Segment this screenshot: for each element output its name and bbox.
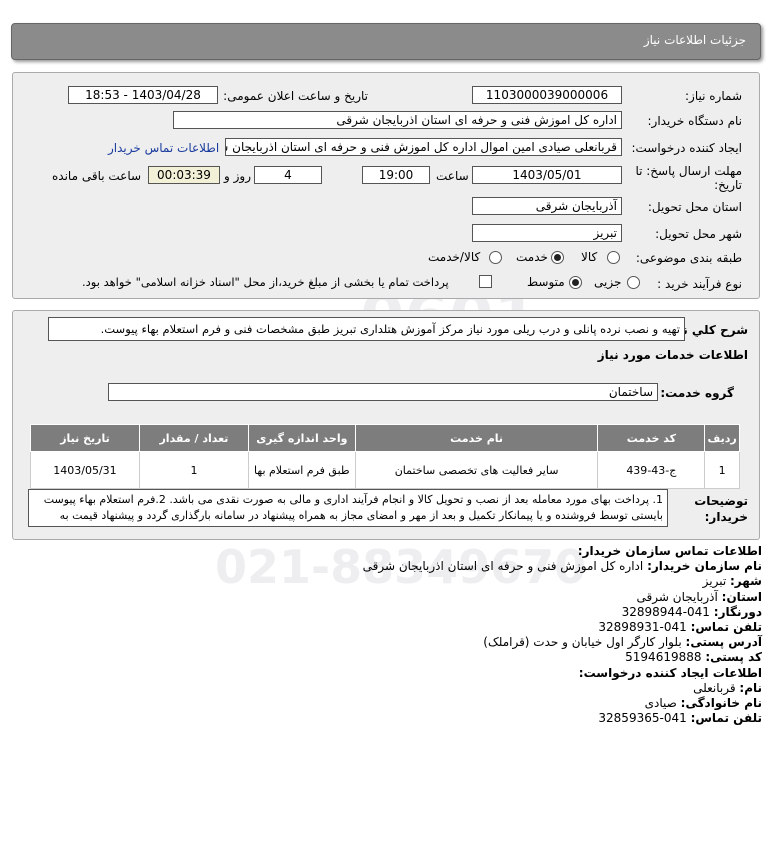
announce-field: 1403/04/28 - 18:53: [68, 86, 218, 104]
services-table-header: ردیف کد خدمت نام خدمت واحد اندازه گیری ت…: [30, 424, 740, 452]
cell-code: ج-43-439: [597, 451, 706, 489]
deadline-date-field: 1403/05/01: [472, 166, 622, 184]
announce-label: تاریخ و ساعت اعلان عمومی:: [223, 89, 368, 103]
city-field: تبریز: [472, 224, 622, 242]
cell-date: 1403/05/31: [30, 451, 140, 489]
creator-label: ایجاد کننده درخواست:: [631, 141, 742, 155]
notes-label-line1: توضیحات: [694, 494, 748, 508]
buyer-org-line: نام سازمان خریدار: اداره کل اموزش فنی و …: [362, 559, 762, 574]
treasury-payment-checkbox[interactable]: [479, 275, 492, 288]
cell-name: سایر فعالیت های تخصصی ساختمان: [354, 451, 599, 489]
notes-label-line2: خریدار:: [704, 510, 748, 524]
deadline-time-label: ساعت: [436, 169, 469, 183]
need-number-label: شماره نیاز:: [685, 89, 742, 103]
creator-field: قربانعلی صیادی امین اموال اداره کل اموزش…: [225, 138, 622, 156]
category-radio-service[interactable]: [551, 251, 564, 264]
col-row: ردیف: [704, 424, 740, 452]
process-option-medium: متوسط: [527, 275, 565, 289]
process-radio-medium[interactable]: [569, 276, 582, 289]
deadline-days-field: 4: [254, 166, 322, 184]
category-option-service: خدمت: [516, 250, 548, 264]
category-option-goods: کالا: [581, 250, 598, 264]
deadline-label-line1: مهلت ارسال پاسخ: تا: [635, 164, 742, 178]
services-section-title: اطلاعات خدمات مورد نیاز: [597, 348, 748, 362]
city-label: شهر محل تحویل:: [655, 227, 742, 241]
description-field: تهیه و نصب نرده پانلی و درب ریلی مورد نی…: [48, 317, 685, 341]
creator-phone-line: تلفن تماس: 041-32859365: [598, 711, 762, 726]
col-unit: واحد اندازه گیری: [247, 424, 356, 452]
category-radio-goods-service[interactable]: [489, 251, 502, 264]
table-row: 1 ج-43-439 سایر فعالیت های تخصصی ساختمان…: [30, 451, 740, 489]
cell-row: 1: [704, 451, 740, 489]
creator-last-line: نام خانوادگی: صیادی: [644, 696, 762, 711]
col-name: نام خدمت: [354, 424, 599, 452]
remaining-time-field: 00:03:39: [148, 166, 220, 184]
province-label: استان محل تحویل:: [647, 200, 742, 214]
buyer-phone-line: تلفن تماس: 041-32898931: [598, 620, 762, 635]
buyer-contact-link[interactable]: اطلاعات تماس خریدار: [108, 141, 219, 155]
service-group-label: گروه خدمت:: [660, 386, 734, 400]
notes-field: 1. پرداخت بهای مورد معامله بعد از نصب و …: [28, 489, 668, 527]
process-radio-minor[interactable]: [627, 276, 640, 289]
creator-contact-title: اطلاعات ایجاد کننده درخواست:: [578, 665, 762, 680]
page-title: جزئیات اطلاعات نیاز: [643, 33, 746, 47]
deadline-label-line2: تاریخ:: [714, 178, 742, 192]
province-field: آذربایجان شرقی: [472, 197, 622, 215]
category-radio-goods[interactable]: [607, 251, 620, 264]
col-qty: تعداد / مقدار: [138, 424, 249, 452]
buyer-field: اداره کل اموزش فنی و حرفه ای استان اذربا…: [173, 111, 622, 129]
buyer-contact-title: اطلاعات تماس سازمان خریدار:: [577, 544, 762, 558]
cell-unit: طبق فرم استعلام بها: [247, 451, 356, 489]
creator-first-line: نام: قربانعلی: [693, 680, 762, 695]
need-number-field: 1103000039000006: [472, 86, 622, 104]
process-label: نوع فرآیند خرید :: [657, 277, 742, 291]
treasury-payment-text: پرداخت تمام یا بخشی از مبلغ خرید،از محل …: [82, 275, 449, 289]
services-table: ردیف کد خدمت نام خدمت واحد اندازه گیری ت…: [30, 424, 740, 489]
col-code: کد خدمت: [597, 424, 706, 452]
deadline-time-field: 19:00: [362, 166, 430, 184]
service-group-field: ساختمان: [108, 383, 658, 401]
remaining-time-label: ساعت باقی مانده: [52, 169, 142, 183]
buyer-fax-line: دورنگار: 041-32898944: [621, 604, 762, 619]
buyer-postal-line: کد پستی: 5194619888: [625, 650, 762, 665]
buyer-city-line: شهر: تبریز: [702, 574, 762, 589]
col-date: تاریخ نیاز: [30, 424, 140, 452]
category-option-goods-service: کالا/خدمت: [428, 250, 481, 264]
process-option-minor: جزیی: [594, 275, 622, 289]
category-label: طبقه بندی موضوعی:: [635, 251, 742, 265]
buyer-province-line: استان: آذربایجان شرقی: [636, 589, 762, 604]
deadline-days-label: روز و: [224, 169, 251, 183]
buyer-address-line: آدرس پستی: بلوار کارگر اول خیابان و حدت …: [483, 635, 762, 650]
page-title-bar: جزئیات اطلاعات نیاز: [11, 23, 761, 60]
buyer-label: نام دستگاه خریدار:: [647, 114, 743, 128]
cell-qty: 1: [138, 451, 249, 489]
contact-section: اطلاعات تماس سازمان خریدار: نام سازمان خ…: [202, 544, 762, 726]
